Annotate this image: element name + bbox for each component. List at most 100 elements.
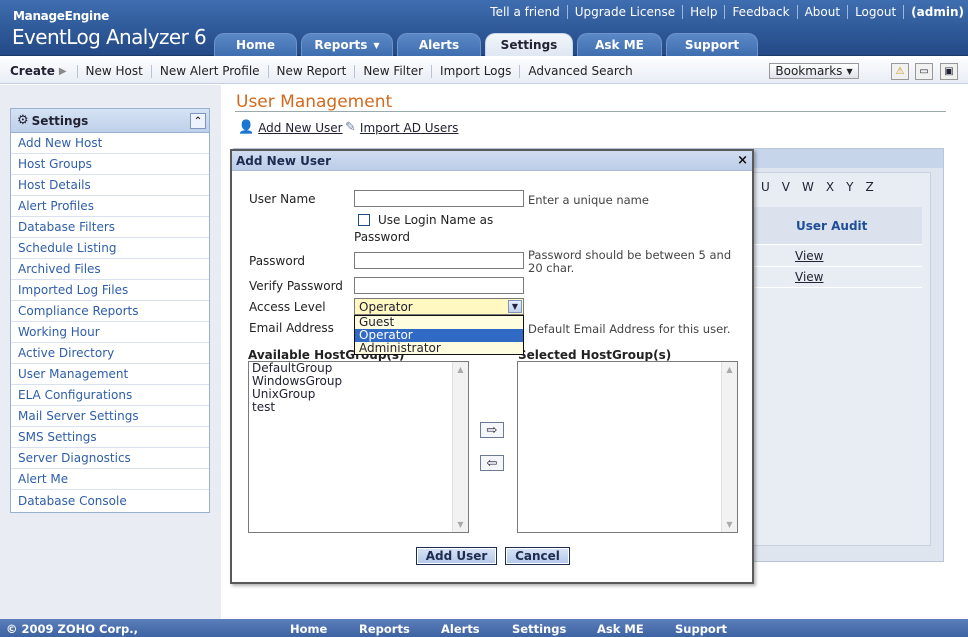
add-new-user-link[interactable]: 👤 Add New User — [238, 120, 343, 135]
logout-link[interactable]: Logout — [847, 5, 903, 19]
list-item[interactable]: UnixGroup — [249, 388, 468, 401]
view-audit-link[interactable]: View — [753, 246, 922, 267]
verify-password-input[interactable] — [354, 277, 524, 294]
footer-link-home[interactable]: Home — [290, 622, 359, 636]
scroll-up-icon[interactable]: ▲ — [454, 363, 467, 376]
bookmarks-button[interactable]: Bookmarks ▼ — [769, 63, 859, 79]
sidebar-item-compliance-reports[interactable]: Compliance Reports — [11, 301, 209, 322]
tab-label: Settings — [500, 38, 558, 52]
create-menu[interactable]: Create ▶ — [0, 64, 77, 78]
list-scrollbar[interactable]: ▲ ▼ — [721, 362, 737, 532]
tab-home[interactable]: Home — [214, 33, 297, 56]
settings-sidebar: ⚙ Settings ⌃ Add New Host Host Groups Ho… — [10, 108, 210, 513]
bookmarks-label: Bookmarks — [775, 64, 843, 78]
sidebar-item-host-details[interactable]: Host Details — [11, 175, 209, 196]
title-divider — [235, 111, 946, 112]
chevron-right-icon: ▶ — [58, 65, 67, 77]
tell-a-friend-link[interactable]: Tell a friend — [483, 5, 566, 19]
sidebar-item-host-groups[interactable]: Host Groups — [11, 154, 209, 175]
access-level-value: Operator — [359, 299, 413, 314]
cancel-button[interactable]: Cancel — [505, 547, 570, 565]
chevron-down-icon: ▼ — [373, 40, 380, 50]
access-option-administrator[interactable]: Administrator — [355, 342, 523, 355]
scroll-up-icon[interactable]: ▲ — [723, 363, 736, 376]
collapse-icon[interactable]: ⌃ — [190, 113, 206, 129]
tab-reports[interactable]: Reports ▼ — [301, 33, 393, 56]
footer-link-ask-me[interactable]: Ask ME — [597, 622, 675, 636]
use-login-name-checkbox[interactable] — [358, 214, 370, 226]
user-name-input[interactable] — [354, 190, 524, 207]
alpha-filter-letter[interactable]: W — [802, 180, 814, 194]
tab-settings[interactable]: Settings — [485, 33, 573, 56]
password-hint: Password should be between 5 and — [528, 248, 732, 262]
tab-alerts[interactable]: Alerts — [397, 33, 481, 56]
footer-links: Home Reports Alerts Settings Ask ME Supp… — [290, 622, 745, 636]
access-level-select[interactable]: Operator ▼ — [354, 298, 524, 315]
footer-link-alerts[interactable]: Alerts — [441, 622, 512, 636]
sidebar-item-database-console[interactable]: Database Console — [11, 490, 209, 511]
move-right-button[interactable]: ⇨ — [480, 422, 504, 438]
move-left-button[interactable]: ⇦ — [480, 455, 504, 471]
alpha-filter-letter[interactable]: Y — [846, 180, 853, 194]
sidebar-item-add-new-host[interactable]: Add New Host — [11, 133, 209, 154]
scroll-down-icon[interactable]: ▼ — [454, 518, 467, 531]
alpha-filter-letter[interactable]: X — [826, 180, 834, 194]
warning-icon[interactable]: ⚠ — [891, 63, 909, 80]
email-address-label: Email Address — [249, 321, 334, 335]
app-header: ManageEngine EventLog Analyzer 6 Tell a … — [0, 0, 968, 56]
sidebar-item-server-diagnostics[interactable]: Server Diagnostics — [11, 448, 209, 469]
footer-link-reports[interactable]: Reports — [359, 622, 441, 636]
sidebar-item-imported-log-files[interactable]: Imported Log Files — [11, 280, 209, 301]
top-links: Tell a friend Upgrade License Help Feedb… — [483, 2, 964, 22]
list-item[interactable]: test — [249, 401, 468, 414]
import-logs-link[interactable]: Import Logs — [431, 64, 519, 78]
footer-link-settings[interactable]: Settings — [512, 622, 597, 636]
add-user-icon: 👤 — [238, 120, 255, 135]
about-link[interactable]: About — [796, 5, 847, 19]
new-host-link[interactable]: New Host — [76, 64, 151, 78]
add-user-button[interactable]: Add User — [416, 547, 497, 565]
tab-ask-me[interactable]: Ask ME — [577, 33, 662, 56]
import-ad-users-link[interactable]: ✎ Import AD Users — [345, 120, 458, 135]
sidebar-item-alert-me[interactable]: Alert Me — [11, 469, 209, 490]
sidebar-item-alert-profiles[interactable]: Alert Profiles — [11, 196, 209, 217]
sidebar-item-archived-files[interactable]: Archived Files — [11, 259, 209, 280]
add-new-user-label: Add New User — [258, 120, 343, 135]
password-hint-cont: 20 char. — [528, 261, 575, 275]
available-hostgroups-list[interactable]: DefaultGroup WindowsGroup UnixGroup test… — [248, 361, 469, 533]
sidebar-item-active-directory[interactable]: Active Directory — [11, 343, 209, 364]
sidebar-item-user-management[interactable]: User Management — [11, 364, 209, 385]
view-audit-link[interactable]: View — [753, 267, 922, 288]
sidebar-item-ela-configurations[interactable]: ELA Configurations — [11, 385, 209, 406]
sidebar-header: ⚙ Settings ⌃ — [11, 109, 209, 133]
alpha-filter-letter[interactable]: U — [761, 180, 770, 194]
alpha-filter-letter[interactable]: V — [782, 180, 790, 194]
window-icon[interactable]: ▣ — [940, 63, 958, 80]
feedback-link[interactable]: Feedback — [724, 5, 796, 19]
sidebar-item-working-hour[interactable]: Working Hour — [11, 322, 209, 343]
monitor-icon[interactable]: ▭ — [915, 63, 933, 80]
password-input[interactable] — [354, 252, 524, 269]
sidebar-item-mail-server-settings[interactable]: Mail Server Settings — [11, 406, 209, 427]
new-alert-profile-link[interactable]: New Alert Profile — [150, 64, 268, 78]
sidebar-title: Settings — [31, 113, 89, 128]
chevron-down-icon[interactable]: ▼ — [508, 300, 522, 313]
list-scrollbar[interactable]: ▲ ▼ — [452, 362, 468, 532]
sidebar-item-sms-settings[interactable]: SMS Settings — [11, 427, 209, 448]
tab-support[interactable]: Support — [666, 33, 758, 56]
close-icon[interactable]: × — [737, 153, 748, 168]
sidebar-item-database-filters[interactable]: Database Filters — [11, 217, 209, 238]
brand-product: EventLog Analyzer 6 — [12, 25, 207, 49]
user-name-label: User Name — [249, 192, 316, 206]
new-filter-link[interactable]: New Filter — [354, 64, 431, 78]
new-report-link[interactable]: New Report — [267, 64, 355, 78]
selected-hostgroups-list[interactable]: ▲ ▼ — [517, 361, 738, 533]
footer-link-support[interactable]: Support — [675, 622, 745, 636]
scroll-down-icon[interactable]: ▼ — [723, 518, 736, 531]
upgrade-license-link[interactable]: Upgrade License — [566, 5, 682, 19]
advanced-search-link[interactable]: Advanced Search — [519, 64, 640, 78]
help-link[interactable]: Help — [682, 5, 724, 19]
current-user: (admin) — [903, 5, 964, 19]
sidebar-item-schedule-listing[interactable]: Schedule Listing — [11, 238, 209, 259]
alpha-filter-letter[interactable]: Z — [865, 180, 873, 194]
